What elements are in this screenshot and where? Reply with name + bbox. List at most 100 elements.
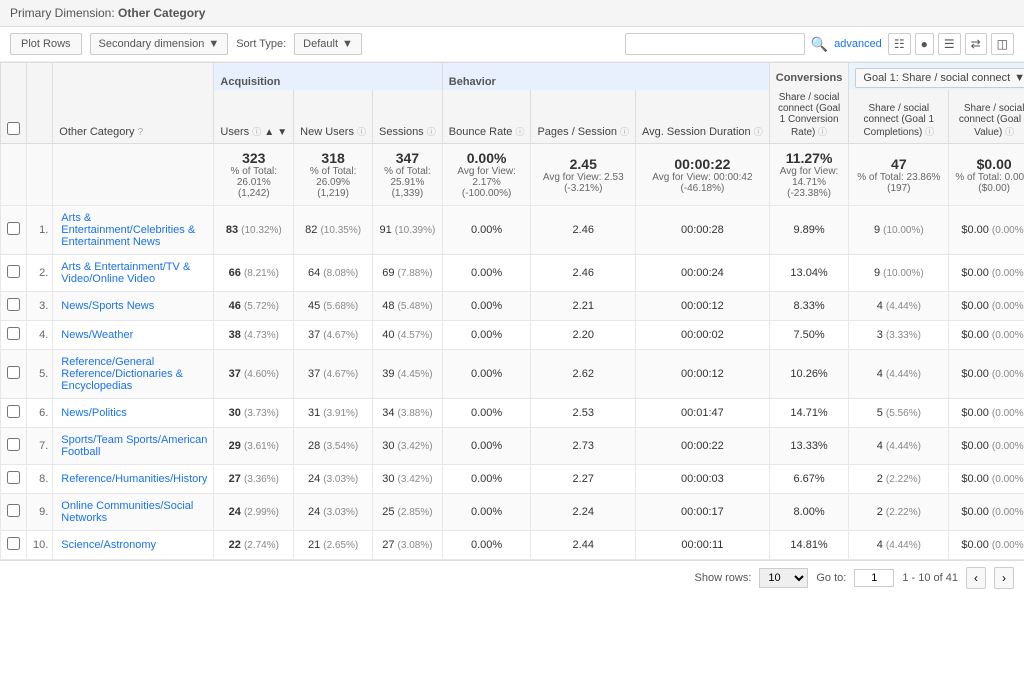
- category-name[interactable]: Reference/Humanities/History: [53, 465, 214, 494]
- category-link[interactable]: News/Politics: [61, 407, 126, 419]
- select-all-header: [1, 63, 27, 91]
- category-link[interactable]: Reference/Humanities/History: [61, 473, 207, 485]
- table-view-icon[interactable]: ☷: [888, 33, 911, 55]
- pages-session-cell: 2.46: [531, 206, 636, 255]
- row-checkbox[interactable]: [7, 222, 20, 235]
- row-num: 10.: [27, 531, 53, 560]
- advanced-link[interactable]: advanced: [834, 38, 882, 50]
- category-link[interactable]: Arts & Entertainment/Celebrities & Enter…: [61, 212, 195, 248]
- help-icon: ⓘ: [818, 127, 827, 137]
- sessions-cell: 39 (4.45%): [373, 350, 443, 399]
- row-num: 6.: [27, 399, 53, 428]
- users-col[interactable]: Users ⓘ ▲ ▼: [214, 90, 294, 144]
- totals-bounce-rate: 0.00% Avg for View: 2.17% (-100.00%): [442, 144, 531, 206]
- prev-page-button[interactable]: ‹: [966, 567, 986, 589]
- search-input[interactable]: [625, 33, 805, 55]
- go-to-input[interactable]: [854, 569, 894, 587]
- bounce-rate-cell: 0.00%: [442, 494, 531, 531]
- row-checkbox[interactable]: [7, 298, 20, 311]
- category-name[interactable]: News/Weather: [53, 321, 214, 350]
- bounce-rate-cell: 0.00%: [442, 428, 531, 465]
- avg-session-col[interactable]: Avg. Session Duration ⓘ: [636, 90, 770, 144]
- category-name[interactable]: Arts & Entertainment/TV & Video/Online V…: [53, 255, 214, 292]
- row-checkbox[interactable]: [7, 537, 20, 550]
- goal-selector[interactable]: Goal 1: Share / social connect ▼: [855, 68, 1024, 88]
- table-row: 10. Science/Astronomy 22 (2.74%) 21 (2.6…: [1, 531, 1024, 560]
- goal-conv-rate-col[interactable]: Share / social connect (Goal 1 Conversio…: [769, 90, 849, 144]
- row-checkbox[interactable]: [7, 471, 20, 484]
- completions-cell: 2 (2.22%): [849, 465, 949, 494]
- category-link[interactable]: Arts & Entertainment/TV & Video/Online V…: [61, 261, 190, 285]
- search-area: 🔍 advanced ☷ ● ☰ ⇄ ◫: [625, 33, 1014, 55]
- category-name[interactable]: Science/Astronomy: [53, 531, 214, 560]
- pivot-view-icon[interactable]: ◫: [991, 33, 1014, 55]
- bounce-rate-cell: 0.00%: [442, 399, 531, 428]
- checkbox-all[interactable]: [1, 90, 27, 144]
- category-link[interactable]: Sports/Team Sports/American Football: [61, 434, 207, 458]
- category-name[interactable]: News/Politics: [53, 399, 214, 428]
- goal-completions-col[interactable]: Share / social connect (Goal 1 Completio…: [849, 90, 949, 144]
- users-cell: 46 (5.72%): [214, 292, 294, 321]
- value-cell: $0.00 (0.00%): [949, 531, 1024, 560]
- conv-rate-cell: 8.00%: [769, 494, 849, 531]
- category-link[interactable]: Science/Astronomy: [61, 539, 156, 551]
- row-checkbox[interactable]: [7, 504, 20, 517]
- pages-session-cell: 2.44: [531, 531, 636, 560]
- bounce-rate-col[interactable]: Bounce Rate ⓘ: [442, 90, 531, 144]
- plot-rows-button[interactable]: Plot Rows: [10, 33, 82, 55]
- category-link[interactable]: News/Weather: [61, 329, 133, 341]
- help-icon: ⓘ: [1005, 127, 1014, 137]
- bounce-rate-cell: 0.00%: [442, 321, 531, 350]
- sessions-cell: 40 (4.57%): [373, 321, 443, 350]
- pages-session-col[interactable]: Pages / Session ⓘ: [531, 90, 636, 144]
- secondary-dimension-dropdown[interactable]: Secondary dimension ▼: [90, 33, 229, 55]
- category-name[interactable]: Arts & Entertainment/Celebrities & Enter…: [53, 206, 214, 255]
- row-checkbox[interactable]: [7, 405, 20, 418]
- go-to-label: Go to:: [816, 572, 846, 584]
- value-cell: $0.00 (0.00%): [949, 399, 1024, 428]
- list-view-icon[interactable]: ☰: [938, 33, 961, 55]
- search-button[interactable]: 🔍: [811, 36, 828, 53]
- category-link[interactable]: News/Sports News: [61, 300, 154, 312]
- category-name[interactable]: Sports/Team Sports/American Football: [53, 428, 214, 465]
- sessions-cell: 30 (3.42%): [373, 465, 443, 494]
- select-all-checkbox[interactable]: [7, 122, 20, 135]
- sort-type-dropdown[interactable]: Default ▼: [294, 33, 362, 55]
- sessions-cell: 91 (10.39%): [373, 206, 443, 255]
- row-checkbox[interactable]: [7, 327, 20, 340]
- sessions-col[interactable]: Sessions ⓘ: [373, 90, 443, 144]
- totals-completions: 47 % of Total: 23.86% (197): [849, 144, 949, 206]
- view-icons: ☷ ● ☰ ⇄ ◫: [888, 33, 1014, 55]
- new-users-col[interactable]: New Users ⓘ: [294, 90, 373, 144]
- goal-value-col[interactable]: Share / social connect (Goal 1 Value) ⓘ: [949, 90, 1024, 144]
- value-cell: $0.00 (0.00%): [949, 494, 1024, 531]
- next-page-button[interactable]: ›: [994, 567, 1014, 589]
- new-users-cell: 28 (3.54%): [294, 428, 373, 465]
- row-num: 9.: [27, 494, 53, 531]
- category-name[interactable]: Online Communities/Social Networks: [53, 494, 214, 531]
- avg-session-cell: 00:00:12: [636, 350, 770, 399]
- num-header: [27, 63, 53, 91]
- category-name[interactable]: Reference/General Reference/Dictionaries…: [53, 350, 214, 399]
- pie-view-icon[interactable]: ●: [915, 33, 934, 55]
- compare-view-icon[interactable]: ⇄: [965, 33, 987, 55]
- acquisition-header: Acquisition: [214, 63, 442, 91]
- sessions-cell: 30 (3.42%): [373, 428, 443, 465]
- show-rows-select[interactable]: 10 25 50 100: [759, 568, 808, 588]
- new-users-cell: 37 (4.67%): [294, 350, 373, 399]
- conv-rate-cell: 13.04%: [769, 255, 849, 292]
- bounce-rate-cell: 0.00%: [442, 531, 531, 560]
- users-cell: 30 (3.73%): [214, 399, 294, 428]
- avg-session-cell: 00:00:24: [636, 255, 770, 292]
- row-checkbox[interactable]: [7, 366, 20, 379]
- row-checkbox[interactable]: [7, 265, 20, 278]
- goal-dropdown-header[interactable]: Goal 1: Share / social connect ▼: [849, 63, 1024, 91]
- category-link[interactable]: Reference/General Reference/Dictionaries…: [61, 356, 183, 392]
- category-name[interactable]: News/Sports News: [53, 292, 214, 321]
- completions-cell: 2 (2.22%): [849, 494, 949, 531]
- sessions-cell: 69 (7.88%): [373, 255, 443, 292]
- avg-session-cell: 00:01:47: [636, 399, 770, 428]
- category-link[interactable]: Online Communities/Social Networks: [61, 500, 193, 524]
- row-num: 4.: [27, 321, 53, 350]
- row-checkbox[interactable]: [7, 438, 20, 451]
